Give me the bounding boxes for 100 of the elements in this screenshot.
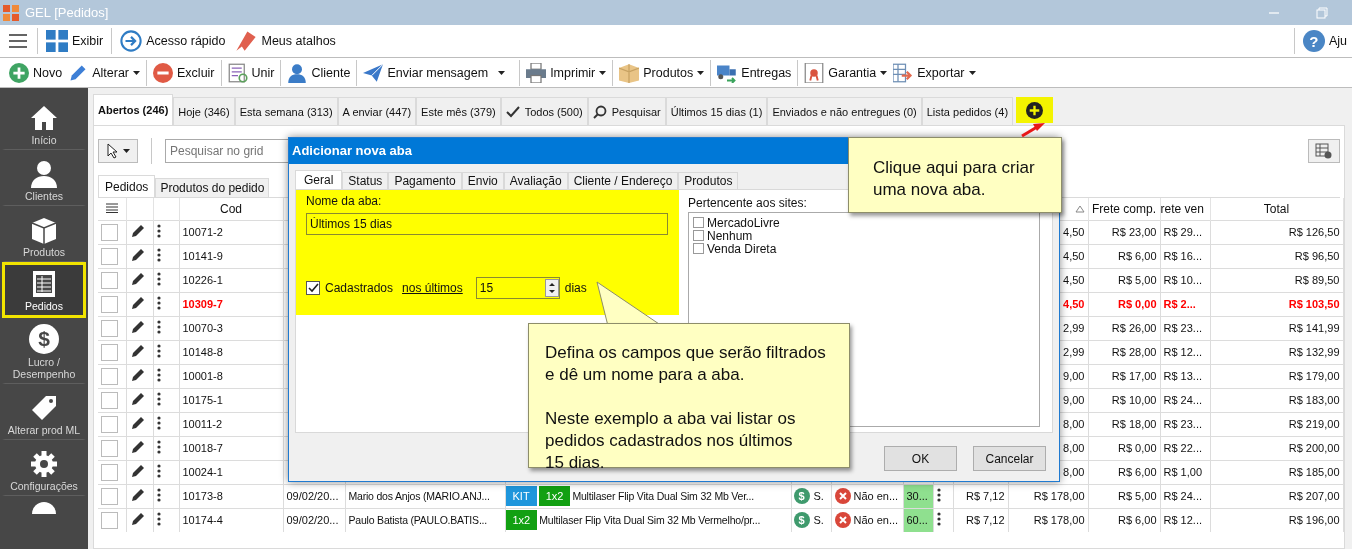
tab[interactable]: Lista pedidos (4) [921, 97, 1014, 125]
checkbox[interactable] [306, 281, 320, 295]
callout-text: Neste exemplo a aba vai listar os pedidos cadastrados nos últimos 15 dias. [545, 408, 797, 474]
more-icon[interactable] [156, 440, 161, 454]
more-icon[interactable] [936, 512, 941, 527]
sidebar-item[interactable]: $ Lucro / Desempenho [2, 318, 86, 384]
name-field[interactable]: Últimos 15 dias [306, 213, 668, 235]
more-icon[interactable] [156, 368, 161, 382]
column-header[interactable]: Cod [179, 198, 283, 220]
pencil-icon[interactable] [129, 295, 146, 311]
sidebar-item[interactable]: Clientes [2, 150, 86, 206]
more-icon[interactable] [156, 272, 161, 286]
sidebar-item[interactable]: Início [2, 94, 86, 150]
more-icon[interactable] [156, 320, 161, 334]
sidebar-item[interactable]: Configurações [2, 440, 86, 496]
menu-icon[interactable] [8, 33, 28, 49]
menu-button[interactable]: Exibir [41, 26, 109, 56]
toolbar-button[interactable]: Exportar [890, 58, 979, 87]
tab[interactable]: Produtos do pedido [155, 178, 270, 197]
checkbox[interactable] [693, 230, 704, 241]
pencil-icon[interactable] [129, 463, 146, 479]
more-icon[interactable] [156, 344, 161, 358]
toolbar-button[interactable]: Enviar mensagem [360, 58, 517, 87]
pencil-icon[interactable] [129, 319, 146, 335]
pencil-icon[interactable] [129, 439, 146, 455]
pencil-icon[interactable] [129, 391, 146, 407]
tab[interactable]: Enviados e não entregues (0) [767, 97, 922, 125]
tab[interactable]: Abertos (246) [93, 94, 174, 125]
more-icon[interactable] [156, 416, 161, 430]
tab[interactable]: Esta semana (313) [234, 97, 338, 125]
tab[interactable]: Todos (500) [500, 97, 588, 125]
checkbox[interactable] [101, 391, 118, 409]
tab[interactable]: Este mês (379) [416, 97, 501, 125]
grid-settings-button[interactable] [1308, 139, 1340, 163]
pencil-icon[interactable] [129, 343, 146, 359]
number-spinner[interactable]: 15 [475, 277, 560, 299]
tab[interactable]: Geral [295, 170, 343, 189]
checkbox[interactable] [101, 343, 118, 361]
toolbar-button[interactable]: Garantia [801, 58, 891, 87]
tab[interactable]: Cliente / Endereço [567, 172, 679, 189]
pencil-icon[interactable] [129, 511, 146, 528]
tab[interactable]: Pedidos [98, 175, 156, 197]
sidebar-item[interactable]: Pedidos [2, 262, 86, 318]
tab[interactable]: A enviar (447) [337, 97, 417, 125]
add-tab-button[interactable] [1016, 97, 1054, 123]
dialog-button[interactable]: OK [884, 446, 957, 471]
checkbox[interactable] [101, 439, 118, 457]
toolbar-button[interactable]: Unir [224, 58, 278, 87]
checkbox[interactable] [101, 511, 118, 529]
checkbox[interactable] [101, 367, 118, 385]
tab[interactable]: Últimos 15 dias (1) [665, 97, 768, 125]
checkbox[interactable] [101, 295, 118, 313]
more-icon[interactable] [936, 488, 941, 502]
pencil-icon[interactable] [129, 223, 146, 239]
toolbar-button[interactable]: Cliente [284, 58, 354, 87]
column-header[interactable]: Total [1210, 198, 1343, 220]
tab[interactable]: Avaliação [503, 172, 568, 189]
more-icon[interactable] [156, 392, 161, 406]
checkbox[interactable] [101, 223, 118, 241]
toolbar-button[interactable]: Imprimir [523, 58, 610, 87]
checkbox[interactable] [101, 319, 118, 337]
tab[interactable]: Pagamento [388, 172, 462, 189]
tab[interactable]: Envio [461, 172, 504, 189]
more-icon[interactable] [156, 248, 161, 262]
link[interactable]: nos últimos [402, 281, 463, 295]
sidebar-item[interactable]: Alterar prod ML [2, 384, 86, 440]
more-icon[interactable] [156, 296, 161, 310]
pencil-icon[interactable] [129, 415, 146, 431]
more-icon[interactable] [156, 512, 161, 527]
column-header[interactable]: rete ven [1160, 198, 1210, 220]
pencil-icon[interactable] [129, 271, 146, 287]
checkbox[interactable] [693, 243, 704, 254]
dialog-button[interactable]: Cancelar [973, 446, 1046, 471]
menu-button[interactable]: Acesso rápido [115, 26, 231, 56]
toolbar-button[interactable]: Excluir [150, 58, 218, 87]
pencil-icon[interactable] [129, 367, 146, 383]
checkbox[interactable] [101, 487, 118, 505]
checkbox[interactable] [693, 217, 704, 228]
column-header[interactable]: Frete comp. [1088, 198, 1160, 220]
pointer-dropdown[interactable] [98, 139, 138, 163]
toolbar-button[interactable]: Entregas [714, 58, 795, 87]
tab[interactable]: Produtos [678, 172, 739, 189]
help-button[interactable]: ? Aju [1297, 26, 1352, 56]
tab[interactable]: Status [342, 172, 389, 189]
toolbar-button[interactable]: Novo [6, 58, 66, 87]
pencil-icon[interactable] [129, 247, 146, 263]
checkbox[interactable] [101, 463, 118, 481]
checkbox[interactable] [101, 415, 118, 433]
tab[interactable]: Hoje (346) [173, 97, 235, 125]
tab[interactable]: Pesquisar [587, 97, 666, 125]
toolbar-button[interactable]: Produtos [616, 58, 708, 87]
menu-button[interactable]: Meus atalhos [230, 26, 341, 56]
checkbox[interactable] [101, 247, 118, 265]
more-icon[interactable] [156, 488, 161, 502]
toolbar-button[interactable]: Alterar [65, 58, 143, 87]
checkbox[interactable] [101, 271, 118, 289]
more-icon[interactable] [156, 224, 161, 238]
more-icon[interactable] [156, 464, 161, 478]
list-icon [105, 202, 118, 213]
pencil-icon[interactable] [129, 487, 146, 503]
